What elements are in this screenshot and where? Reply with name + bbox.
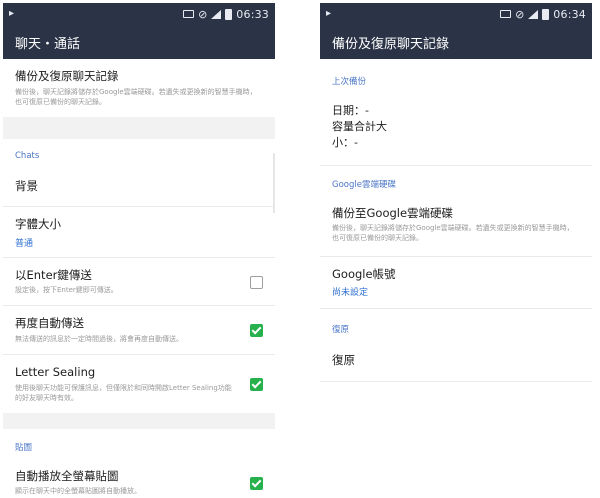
section-gap: [3, 412, 275, 429]
page-title: 聊天・通話: [15, 36, 81, 52]
backup-date: 日期：-: [332, 104, 369, 117]
auto-resend-title: 再度自動傳送: [15, 316, 84, 331]
auto-resend-checkbox[interactable]: [250, 324, 263, 338]
line-notification-icon: ▸: [9, 8, 15, 19]
cast-icon: [183, 10, 195, 18]
signal-icon: [528, 9, 539, 19]
line-notification-icon: ▸: [326, 8, 332, 19]
google-account-value: 尚未設定: [332, 288, 369, 299]
google-account-item[interactable]: Google帳號 尚未設定: [320, 257, 592, 309]
autoplay-stickers-checkbox[interactable]: [250, 476, 263, 490]
enter-send-title: 以Enter鍵傳送: [15, 267, 92, 282]
scroll-track: [273, 153, 275, 213]
font-size-title: 字體大小: [15, 217, 61, 232]
section-header-chats: Chats: [15, 150, 40, 161]
backup-restore-desc: 備份後，聊天記錄將儲存於Google雲端硬碟。若遺失或更換新的智慧手機時，也可復…: [15, 87, 257, 106]
status-time: 06:33: [236, 7, 269, 21]
enter-send-item[interactable]: 以Enter鍵傳送 設定後，按下Enter鍵即可傳送。: [3, 258, 275, 306]
backup-size-line-1: 容量合計大: [332, 119, 387, 133]
background-title: 背景: [15, 178, 38, 193]
mute-icon: ⊘: [198, 7, 208, 21]
left-screen: ▸ ⊘ 06:33 聊天・通話 備份及復原聊天記錄 備份後，聊天記錄將儲存於Go…: [3, 3, 275, 498]
status-bar: ▸ ⊘ 06:33: [3, 3, 275, 25]
status-time: 06:34: [553, 7, 586, 21]
app-bar: 聊天・通話: [3, 25, 275, 59]
enter-send-desc: 設定後，按下Enter鍵即可傳送。: [15, 286, 118, 295]
letter-sealing-desc: 使用後聊天功能可保護訊息，但僅限於和同時開啟Letter Sealing功能的好…: [15, 383, 232, 402]
restore-item[interactable]: 復原: [320, 341, 592, 381]
status-bar: ▸ ⊘ 06:34: [320, 3, 592, 25]
page-title: 備份及復原聊天記錄: [332, 36, 450, 52]
background-item[interactable]: 背景: [3, 167, 275, 207]
right-screen: ▸ ⊘ 06:34 備份及復原聊天記錄 上次備份 日期：- 容量合計大 小：- …: [320, 3, 592, 498]
section-header-gdrive: Google雲端硬碟: [332, 179, 396, 190]
section-gap: [320, 59, 592, 69]
auto-resend-desc: 無法傳送的訊息於一定時間過後，將會再度自動傳送。: [15, 335, 183, 343]
mute-icon: ⊘: [515, 7, 525, 21]
backup-gdrive-desc: 備份後，聊天記錄將儲存於Google雲端硬碟。若遺失或更換新的智慧手機時，也可復…: [332, 224, 574, 243]
backup-gdrive-title: 備份至Google雲端硬碟: [332, 205, 454, 220]
letter-sealing-checkbox[interactable]: [250, 378, 263, 392]
section-header-restore: 復原: [332, 325, 350, 336]
battery-icon: [225, 8, 233, 20]
enter-send-checkbox[interactable]: [250, 275, 263, 289]
font-size-item[interactable]: 字體大小 普通: [3, 207, 275, 257]
app-bar: 備份及復原聊天記錄: [320, 25, 592, 59]
font-size-value: 普通: [15, 238, 34, 249]
google-account-title: Google帳號: [332, 266, 396, 281]
battery-icon: [542, 8, 550, 20]
backup-restore-title: 備份及復原聊天記錄: [15, 69, 119, 83]
letter-sealing-title: Letter Sealing: [15, 365, 96, 380]
letter-sealing-item[interactable]: Letter Sealing 使用後聊天功能可保護訊息，但僅限於和同時開啟Let…: [3, 355, 275, 413]
section-header-last-backup: 上次備份: [332, 77, 367, 87]
restore-title: 復原: [332, 353, 355, 368]
section-gap: [3, 116, 275, 139]
last-backup-info: 日期：- 容量合計大 小：-: [320, 93, 592, 165]
autoplay-stickers-title: 自動播放全螢幕貼圖: [15, 468, 119, 483]
auto-resend-item[interactable]: 再度自動傳送 無法傳送的訊息於一定時間過後，將會再度自動傳送。: [3, 306, 275, 354]
backup-settings-list[interactable]: 上次備份 日期：- 容量合計大 小：- Google雲端硬碟 備份至Google…: [320, 59, 592, 382]
signal-icon: [211, 9, 222, 19]
divider: [320, 380, 592, 382]
backup-restore-item[interactable]: 備份及復原聊天記錄 備份後，聊天記錄將儲存於Google雲端硬碟。若遺失或更換新…: [3, 59, 275, 117]
backup-gdrive-item[interactable]: 備份至Google雲端硬碟 備份後，聊天記錄將儲存於Google雲端硬碟。若遺失…: [320, 196, 592, 256]
autoplay-stickers-desc: 顯示在聊天中的全螢幕貼圖將自動播放。: [15, 487, 141, 496]
backup-size-line-2: 小：-: [332, 135, 358, 149]
autoplay-stickers-item[interactable]: 自動播放全螢幕貼圖 顯示在聊天中的全螢幕貼圖將自動播放。: [3, 459, 275, 498]
cast-icon: [500, 10, 512, 18]
settings-list[interactable]: 備份及復原聊天記錄 備份後，聊天記錄將儲存於Google雲端硬碟。若遺失或更換新…: [3, 59, 275, 498]
section-header-stickers: 貼圖: [15, 442, 33, 453]
